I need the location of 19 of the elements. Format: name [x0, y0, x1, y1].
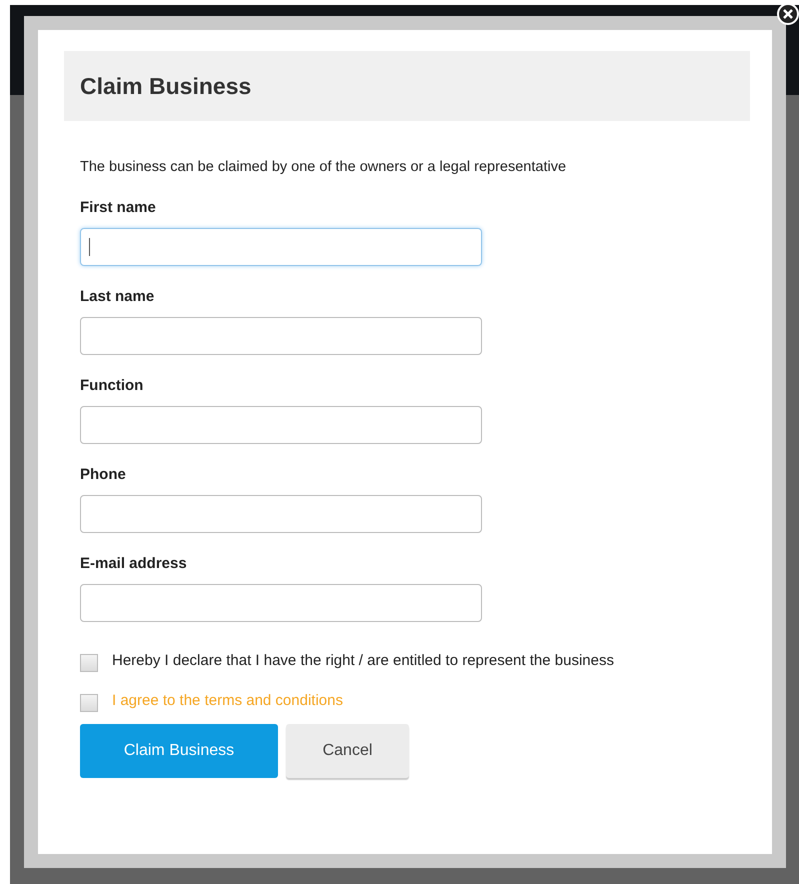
field-label: Function	[80, 377, 144, 394]
field-label: First name	[80, 199, 157, 216]
input-field[interactable]	[80, 228, 482, 266]
dialog-title: Claim Business	[80, 72, 252, 100]
intro-text: The business can be claimed by one of the owners or a legal representative	[80, 159, 568, 175]
field-label: Last name	[80, 288, 156, 305]
input-field[interactable]	[80, 406, 482, 444]
close-icon[interactable]	[777, 3, 799, 25]
checkbox[interactable]	[80, 694, 98, 712]
checkbox-label: Hereby I declare that I have the right / are entitled to represent the business	[112, 652, 614, 668]
field-label: Phone	[80, 466, 127, 483]
claim-button[interactable]: Claim Business	[80, 724, 278, 778]
terms-link[interactable]: I agree to the terms and conditions	[112, 692, 343, 708]
field-label: E-mail address	[80, 555, 188, 572]
input-field[interactable]	[80, 317, 482, 355]
cancel-button[interactable]: Cancel	[286, 724, 409, 778]
checkbox[interactable]	[80, 654, 98, 672]
input-field[interactable]	[80, 584, 482, 622]
input-field[interactable]	[80, 495, 482, 533]
